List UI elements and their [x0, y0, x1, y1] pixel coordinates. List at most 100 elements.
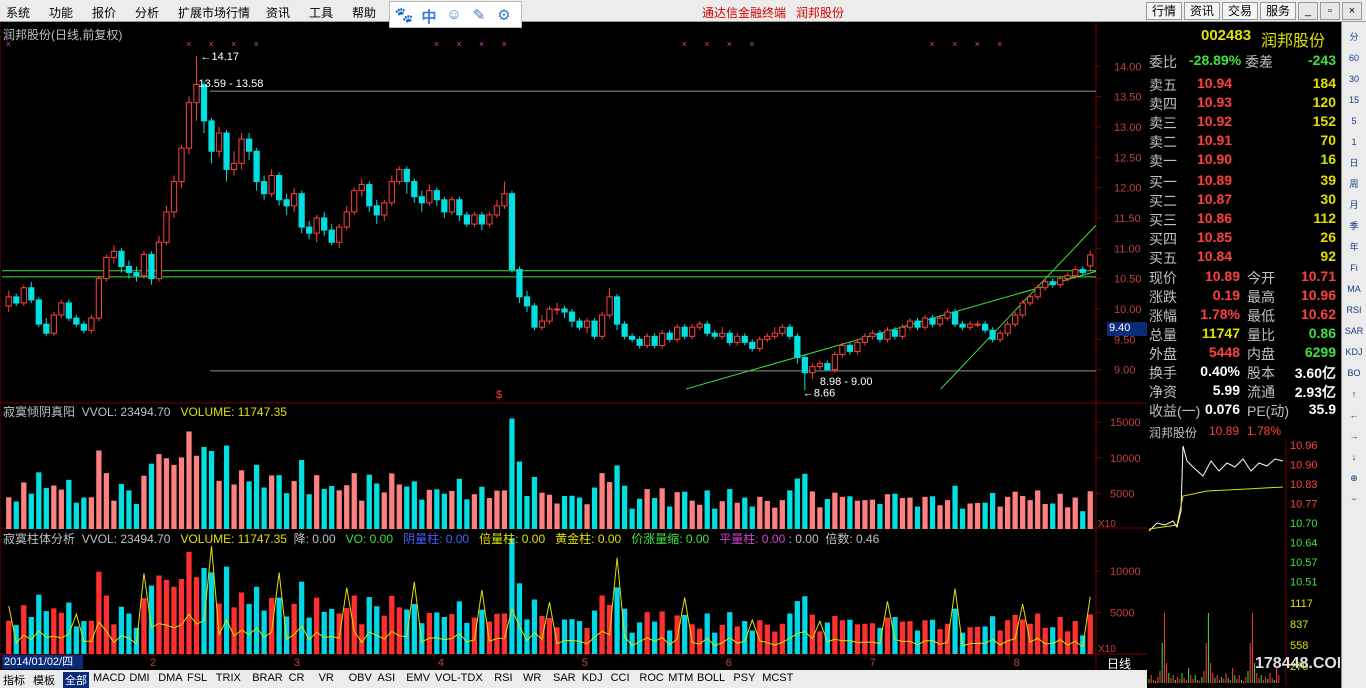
tool-icon-8[interactable]: 月 [1344, 196, 1364, 214]
bid-row[interactable]: 买二 10.87 30 [1147, 190, 1340, 209]
indicator-tab-roc[interactable]: ROC [639, 672, 663, 684]
indicator-tab-obv[interactable]: OBV [349, 672, 372, 684]
tool-icon-12[interactable]: MA [1344, 280, 1364, 298]
menu-news[interactable]: 资讯 [266, 4, 290, 21]
indicator-tab-指标[interactable]: 指标 [3, 672, 25, 688]
indicator-tab-dmi[interactable]: DMI [129, 672, 149, 684]
volume-bar [809, 491, 815, 529]
indicator-bar [824, 622, 831, 654]
intraday-mini-chart[interactable]: 10.96 10.90 10.83 10.77 10.70 10.64 10.57 10.51… [1147, 441, 1340, 686]
tool-icon-13[interactable]: RSI [1344, 301, 1364, 319]
indicator-bar [58, 612, 64, 654]
close-icon[interactable]: × [1342, 2, 1362, 20]
indicator-tab-sar[interactable]: SAR [553, 672, 576, 684]
indicator-tab-全部[interactable]: 全部 [63, 672, 89, 688]
minimize-icon[interactable]: _ [1298, 2, 1318, 20]
tool-icon-6[interactable]: 日 [1344, 154, 1364, 172]
trade-button[interactable]: 交易 [1222, 2, 1258, 20]
ask-row[interactable]: 卖三 10.92 152 [1147, 112, 1340, 131]
tool-icon-7[interactable]: 周 [1344, 175, 1364, 193]
indicator-tab-vol-tdx[interactable]: VOL-TDX [435, 672, 483, 684]
news-button[interactable]: 资讯 [1184, 2, 1220, 20]
candle-body [726, 332, 733, 343]
indicator-tab-kdj[interactable]: KDJ [582, 672, 603, 684]
indicator-bar [1027, 623, 1033, 654]
indicator-tab-dma[interactable]: DMA [158, 672, 182, 684]
menu-extended-market[interactable]: 扩展市场行情 [178, 4, 250, 21]
stat-row[interactable]: 换手 0.40% 股本 3.60亿 [1147, 362, 1340, 381]
stat-row[interactable]: 涨跌 0.19 最高 10.96 [1147, 286, 1340, 305]
bid-row[interactable]: 买三 10.86 112 [1147, 209, 1340, 228]
indicator-tab-psy[interactable]: PSY [733, 672, 755, 684]
indicator-bar [892, 617, 898, 654]
service-button[interactable]: 服务 [1260, 2, 1296, 20]
restore-icon[interactable]: ▫ [1320, 2, 1340, 20]
menu-tools[interactable]: 工具 [309, 4, 333, 21]
indicator-tab-cr[interactable]: CR [289, 672, 305, 684]
ask-row[interactable]: 卖四 10.93 120 [1147, 93, 1340, 112]
bid-row[interactable]: 买四 10.85 26 [1147, 228, 1340, 247]
indicator-tab-macd[interactable]: MACD [93, 672, 125, 684]
tool-icon-19[interactable]: → [1344, 427, 1364, 445]
stat-row[interactable]: 收益(一) 0.076 PE(动) 35.9 [1147, 400, 1340, 419]
candle-body [463, 214, 471, 225]
tool-icon-20[interactable]: ↓ [1344, 448, 1364, 466]
indicator-tab-brar[interactable]: BRAR [252, 672, 283, 684]
menu-help[interactable]: 帮助 [352, 4, 376, 21]
indicator-tab-cci[interactable]: CCI [611, 672, 630, 684]
indicator-tab-trix[interactable]: TRIX [216, 672, 241, 684]
indicator-bar [652, 621, 658, 654]
indicator-tab-asi[interactable]: ASI [377, 672, 395, 684]
tool-icon-15[interactable]: KDJ [1344, 343, 1364, 361]
tool-icon-2[interactable]: 30 [1344, 70, 1364, 88]
indicator-tab-vr[interactable]: VR [319, 672, 334, 684]
tool-icon-1[interactable]: 60 [1344, 49, 1364, 67]
bid-row[interactable]: 买一 10.89 39 [1147, 171, 1340, 190]
tool-icon-17[interactable]: ↑ [1344, 385, 1364, 403]
candle-body [553, 308, 561, 311]
tool-icon-22[interactable]: − [1344, 490, 1364, 508]
indicator-tab-emv[interactable]: EMV [406, 672, 430, 684]
volume-bar [682, 491, 688, 529]
stat-label: 换手 [1149, 365, 1177, 381]
indicator-tab-模板[interactable]: 模板 [33, 672, 55, 688]
candle-body [508, 193, 516, 271]
stat-row[interactable]: 涨幅 1.78% 最低 10.62 [1147, 305, 1340, 324]
menu-quote[interactable]: 报价 [92, 4, 116, 21]
stat-row[interactable]: 净资 5.99 流通 2.93亿 [1147, 381, 1340, 400]
indicator-tab-mtm[interactable]: MTM [668, 672, 693, 684]
quote-button[interactable]: 行情 [1146, 2, 1182, 20]
stat-row[interactable]: 现价 10.89 今开 10.71 [1147, 267, 1340, 286]
tool-icon-9[interactable]: 季 [1344, 217, 1364, 235]
tool-icon-11[interactable]: Fi [1344, 259, 1364, 277]
tool-icon-16[interactable]: BO [1344, 364, 1364, 382]
volume-bar [471, 494, 478, 529]
indicator-tab-wr[interactable]: WR [523, 672, 541, 684]
bid-row[interactable]: 买五 10.84 92 [1147, 247, 1340, 266]
indicator-tab-mcst[interactable]: MCST [762, 672, 793, 684]
ask-row[interactable]: 卖二 10.91 70 [1147, 131, 1340, 150]
tool-icon-5[interactable]: 1 [1344, 133, 1364, 151]
ask-row[interactable]: 卖一 10.90 16 [1147, 150, 1340, 169]
stat-row[interactable]: 外盘 5448 内盘 6299 [1147, 343, 1340, 362]
menu-function[interactable]: 功能 [49, 4, 73, 21]
stat-row[interactable]: 总量 11747 量比 0.86 [1147, 324, 1340, 343]
indicator-tab-fsl[interactable]: FSL [187, 672, 207, 684]
indicator-tab-boll[interactable]: BOLL [697, 672, 725, 684]
menu-analysis[interactable]: 分析 [135, 4, 159, 21]
tool-icon-3[interactable]: 15 [1344, 91, 1364, 109]
tool-icon-10[interactable]: 年 [1344, 238, 1364, 256]
menu-system[interactable]: 系统 [6, 4, 30, 21]
tool-icon-4[interactable]: 5 [1344, 112, 1364, 130]
tool-icon-14[interactable]: SAR [1344, 322, 1364, 340]
indicator-tab-rsi[interactable]: RSI [494, 672, 512, 684]
kline-chart[interactable]: 14.00 13.50 13.00 12.50 12.00 11.50 11.00 10.50… [0, 22, 1147, 670]
volume-bar [88, 497, 94, 529]
tool-icon-18[interactable]: ← [1344, 406, 1364, 424]
ask-row[interactable]: 卖五 10.94 184 [1147, 74, 1340, 93]
volume-bar [509, 418, 515, 529]
indicator-bar [952, 608, 958, 654]
tool-icon-0[interactable]: 分 [1344, 28, 1364, 46]
tool-icon-21[interactable]: ⊕ [1344, 469, 1364, 487]
volume-bar [351, 473, 357, 529]
